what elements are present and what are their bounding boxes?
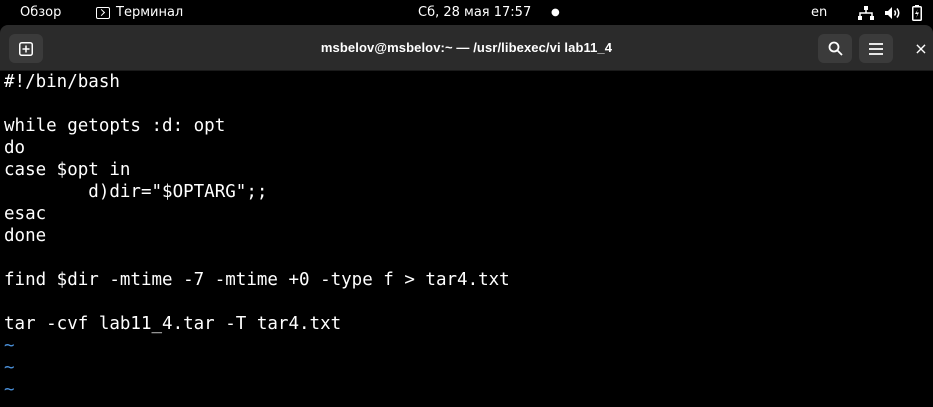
notification-indicator: ●: [551, 7, 560, 18]
new-tab-button[interactable]: [9, 34, 43, 63]
empty-line-marker: ~: [4, 380, 15, 400]
code-line[interactable]: d)dir="$OPTARG";;: [4, 181, 933, 203]
terminal-headerbar: msbelov@msbelov:~ — /usr/libexec/vi lab1…: [0, 25, 933, 71]
search-button[interactable]: [818, 34, 852, 63]
system-menu[interactable]: [858, 0, 922, 25]
clock[interactable]: Сб, 28 мая 17:57: [418, 0, 531, 25]
menu-button[interactable]: [859, 34, 893, 63]
terminal-icon: [96, 6, 110, 19]
code-line[interactable]: case $opt in: [4, 159, 933, 181]
app-menu[interactable]: Терминал: [96, 0, 183, 25]
code-line[interactable]: do: [4, 137, 933, 159]
code-line[interactable]: while getopts :d: opt: [4, 115, 933, 137]
window-title: msbelov@msbelov:~ — /usr/libexec/vi lab1…: [320, 40, 613, 55]
activities-button[interactable]: Обзор: [20, 0, 61, 25]
empty-line-marker: ~: [4, 358, 15, 378]
code-line[interactable]: #!/bin/bash: [4, 71, 933, 93]
code-line[interactable]: esac: [4, 203, 933, 225]
hamburger-menu-icon: [869, 42, 883, 55]
top-bar: Обзор Терминал Сб, 28 мая 17:57 ● en: [0, 0, 933, 25]
empty-line-marker: ~: [4, 336, 15, 356]
empty-buffer-lines: ~ ~ ~: [4, 335, 933, 401]
code-line[interactable]: [4, 247, 933, 269]
volume-icon: [884, 6, 902, 20]
battery-icon: [912, 4, 922, 21]
code-line[interactable]: [4, 93, 933, 115]
code-line[interactable]: [4, 291, 933, 313]
code-line[interactable]: find $dir -mtime -7 -mtime +0 -type f > …: [4, 269, 933, 291]
network-icon: [858, 5, 874, 20]
code-line[interactable]: tar -cvf lab11_4.tar -T tar4.txt: [4, 313, 933, 335]
keyboard-layout[interactable]: en: [811, 0, 827, 25]
app-name-label: Терминал: [116, 5, 184, 20]
search-icon: [828, 41, 843, 56]
editor-buffer[interactable]: #!/bin/bash while getopts :d: opt do case $…: [4, 71, 933, 335]
terminal-content[interactable]: #!/bin/bash while getopts :d: opt do case $…: [0, 71, 933, 407]
new-tab-icon: [19, 41, 33, 56]
code-line[interactable]: done: [4, 225, 933, 247]
close-button[interactable]: ×: [910, 34, 932, 63]
